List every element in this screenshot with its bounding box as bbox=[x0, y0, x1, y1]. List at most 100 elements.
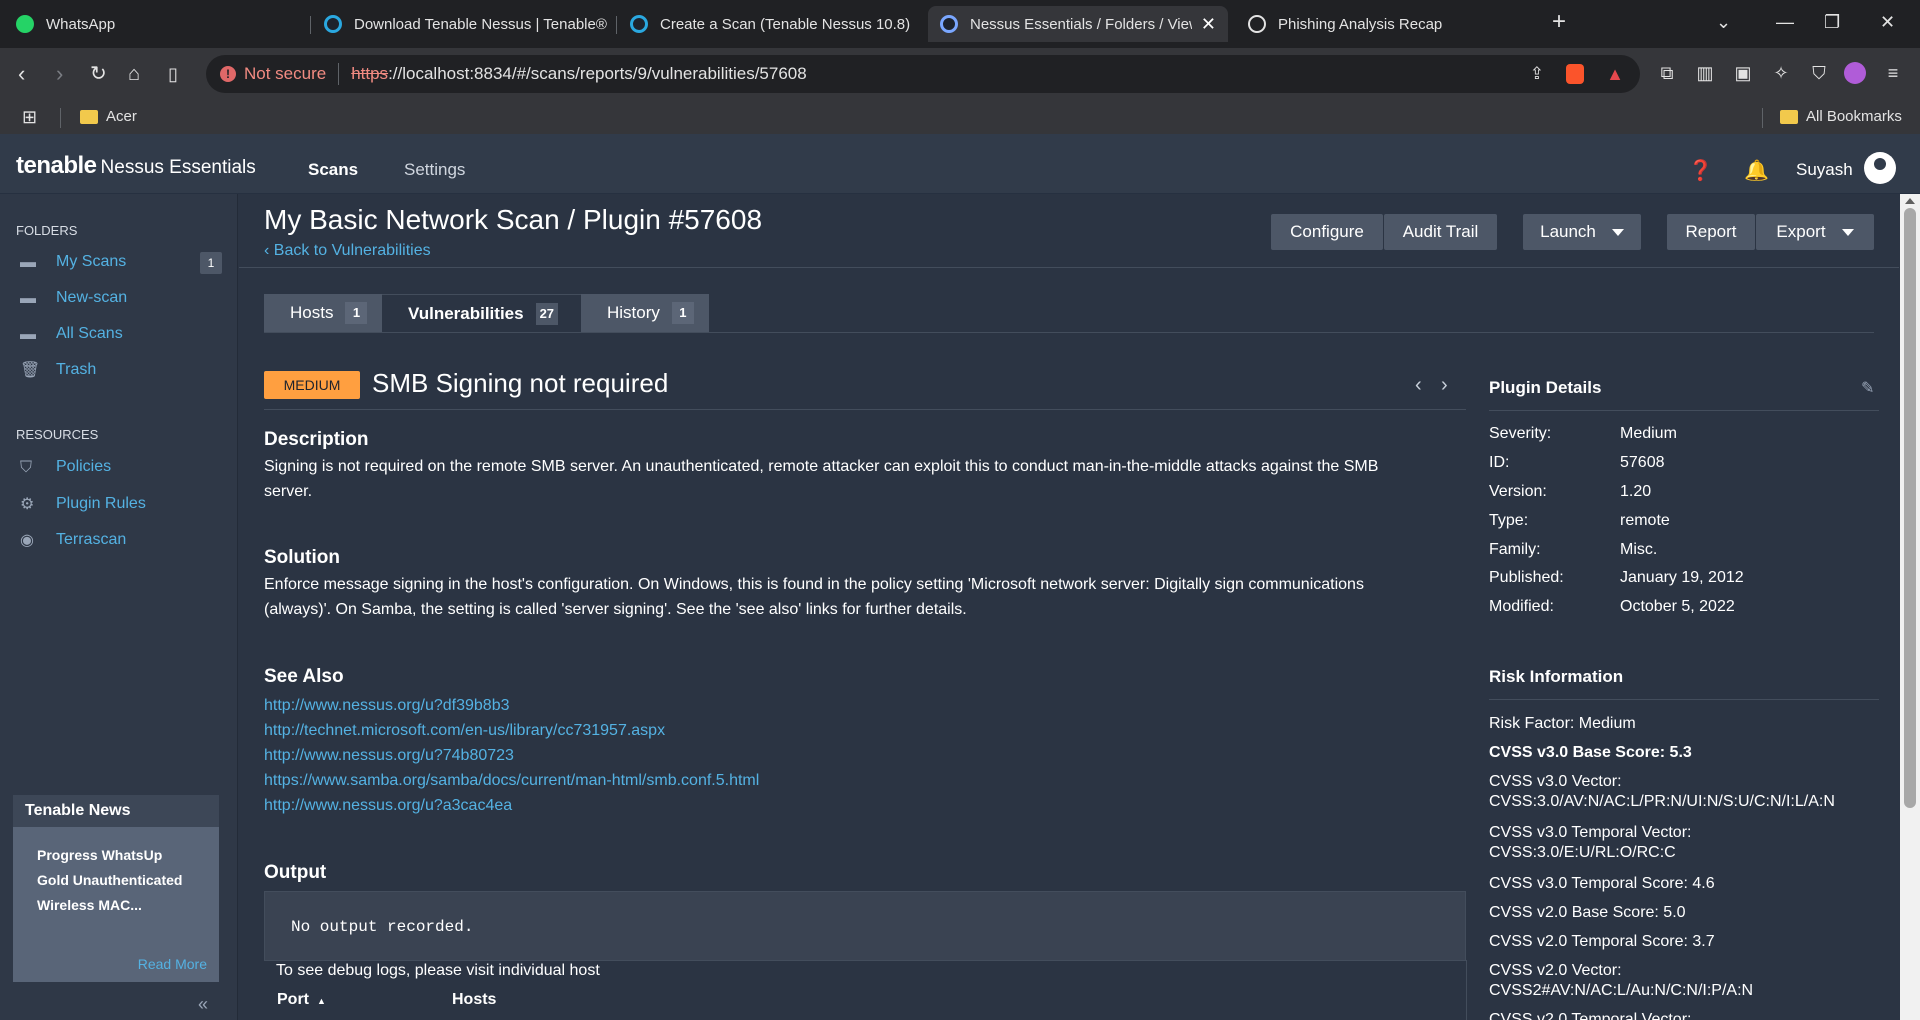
see-also-link[interactable]: https://www.samba.org/samba/docs/current… bbox=[264, 768, 759, 793]
launch-button[interactable]: Launch bbox=[1523, 214, 1641, 250]
output-heading: Output bbox=[264, 862, 327, 883]
leo-ai-icon[interactable]: ✧ bbox=[1770, 62, 1792, 84]
brave-rewards-icon[interactable]: ▲ bbox=[1606, 64, 1624, 85]
see-also-link[interactable]: http://technet.microsoft.com/en-us/libra… bbox=[264, 718, 759, 743]
notifications-bell-icon[interactable]: 🔔 bbox=[1744, 158, 1769, 183]
export-button[interactable]: Export bbox=[1756, 214, 1874, 250]
tab-label: Hosts bbox=[290, 303, 334, 322]
new-tab-icon[interactable]: + bbox=[1552, 8, 1566, 36]
cvss3-base-score: CVSS v3.0 Base Score: 5.3 bbox=[1489, 744, 1692, 761]
next-plugin-icon[interactable]: › bbox=[1441, 374, 1448, 397]
vpn-icon[interactable]: ⛉ bbox=[1808, 62, 1830, 84]
nav-scans[interactable]: Scans bbox=[308, 160, 358, 180]
audit-trail-button[interactable]: Audit Trail bbox=[1384, 214, 1497, 250]
detail-severity: Severity: Medium bbox=[1489, 425, 1677, 443]
news-title: Tenable News bbox=[13, 795, 219, 827]
back-icon[interactable]: ‹ bbox=[18, 62, 25, 86]
home-icon[interactable]: ⌂ bbox=[128, 62, 140, 86]
forward-icon[interactable]: › bbox=[56, 62, 63, 86]
news-headline[interactable]: Progress WhatsUp Gold Unauthenticated Wi… bbox=[13, 827, 219, 934]
wallet-icon[interactable]: ▣ bbox=[1732, 62, 1754, 84]
severity-badge: MEDIUM bbox=[264, 371, 360, 399]
product-name: Nessus Essentials bbox=[100, 157, 256, 178]
tenable-icon bbox=[324, 15, 342, 33]
not-secure-label[interactable]: Not secure bbox=[244, 64, 326, 84]
page-scrollbar[interactable] bbox=[1900, 194, 1920, 1020]
url-scheme: https bbox=[351, 64, 389, 83]
see-also-link[interactable]: http://www.nessus.org/u?a3cac4ea bbox=[264, 793, 759, 818]
reload-icon[interactable]: ↻ bbox=[90, 62, 107, 86]
sidebar-item-trash[interactable]: 🗑 Trash bbox=[20, 361, 96, 379]
scrollbar-thumb[interactable] bbox=[1904, 208, 1916, 808]
restore-icon[interactable]: ❐ bbox=[1824, 12, 1840, 33]
detail-key: Type: bbox=[1489, 512, 1529, 529]
tab-history[interactable]: History 1 bbox=[581, 294, 709, 332]
folder-icon bbox=[1780, 110, 1798, 125]
dropdown-caret-icon bbox=[1841, 228, 1854, 236]
sidebar-item-all-scans[interactable]: ▬ All Scans bbox=[20, 325, 123, 343]
browser-tab-nessus-essentials[interactable]: Nessus Essentials / Folders / View ✕ bbox=[928, 6, 1228, 42]
bookmark-folder-acer[interactable]: Acer bbox=[80, 108, 137, 125]
port-column-header[interactable]: Port ▲ bbox=[277, 991, 326, 1009]
profile-icon[interactable] bbox=[1844, 62, 1866, 84]
bookmark-icon[interactable]: ▯ bbox=[168, 62, 178, 86]
sidebar-item-plugin-rules[interactable]: ⚙ Plugin Rules bbox=[20, 495, 146, 513]
solution-heading: Solution bbox=[264, 547, 340, 568]
tab-hosts[interactable]: Hosts 1 bbox=[264, 294, 382, 332]
detail-value: 57608 bbox=[1620, 454, 1665, 471]
menu-icon[interactable]: ≡ bbox=[1882, 62, 1904, 84]
report-button[interactable]: Report bbox=[1667, 214, 1755, 250]
tenable-logo[interactable]: tenable Nessus Essentials bbox=[16, 152, 256, 180]
sidebar-icon[interactable]: ▥ bbox=[1694, 62, 1716, 84]
sidebar-item-new-scan[interactable]: ▬ New-scan bbox=[20, 289, 127, 307]
tab-search-icon[interactable]: ⌄ bbox=[1716, 12, 1731, 33]
see-also-link[interactable]: http://www.nessus.org/u?74b80723 bbox=[264, 743, 759, 768]
browser-toolbar: ‹ › ↻ ⌂ ▯ ! Not secure https ://localhos… bbox=[0, 48, 1920, 102]
all-bookmarks[interactable]: All Bookmarks bbox=[1780, 108, 1902, 125]
apps-grid-icon[interactable]: ⊞ bbox=[22, 107, 37, 128]
tab-vulnerabilities[interactable]: Vulnerabilities 27 bbox=[382, 294, 581, 332]
previous-plugin-icon[interactable]: ‹ bbox=[1415, 374, 1422, 397]
user-avatar[interactable] bbox=[1864, 152, 1896, 184]
collapse-sidebar-icon[interactable]: « bbox=[198, 994, 208, 1015]
debug-logs-note: To see debug logs, please visit individu… bbox=[276, 962, 600, 979]
brave-shields-icon[interactable] bbox=[1566, 64, 1584, 84]
nav-settings[interactable]: Settings bbox=[404, 160, 465, 180]
user-name[interactable]: Suyash bbox=[1796, 160, 1853, 180]
browser-tab-download-nessus[interactable]: Download Tenable Nessus | Tenable® bbox=[312, 6, 612, 42]
edit-pencil-icon[interactable]: ✎ bbox=[1861, 378, 1874, 398]
detail-type: Type: remote bbox=[1489, 512, 1670, 530]
close-window-icon[interactable]: ✕ bbox=[1880, 12, 1895, 33]
see-also-link[interactable]: http://www.nessus.org/u?df39b8b3 bbox=[264, 693, 759, 718]
scroll-up-icon[interactable] bbox=[1905, 198, 1915, 204]
configure-button[interactable]: Configure bbox=[1271, 214, 1383, 250]
browser-tab-phishing[interactable]: Phishing Analysis Recap bbox=[1236, 6, 1536, 42]
sidebar: FOLDERS ▬ My Scans 1 ▬ New-scan ▬ All Sc… bbox=[0, 194, 238, 1020]
close-tab-icon[interactable]: ✕ bbox=[1201, 14, 1216, 35]
openai-icon bbox=[1248, 15, 1266, 33]
sidebar-item-my-scans[interactable]: ▬ My Scans bbox=[20, 253, 126, 271]
back-to-vulnerabilities-link[interactable]: ‹ Back to Vulnerabilities bbox=[264, 242, 431, 260]
read-more-link[interactable]: Read More bbox=[138, 956, 207, 972]
plugin-rules-icon: ⚙ bbox=[20, 495, 35, 513]
logo-text: tenable bbox=[16, 152, 97, 179]
help-icon[interactable]: ❓ bbox=[1688, 158, 1713, 183]
sidebar-item-policies[interactable]: ⛉ Policies bbox=[20, 458, 111, 476]
sort-ascending-icon: ▲ bbox=[317, 996, 326, 1006]
browser-tab-whatsapp[interactable]: WhatsApp bbox=[4, 6, 304, 42]
description-text: Signing is not required on the remote SM… bbox=[264, 458, 1379, 500]
browser-tab-bar: WhatsApp Download Tenable Nessus | Tenab… bbox=[0, 0, 1920, 48]
share-icon[interactable]: ⇪ bbox=[1530, 64, 1544, 84]
sidebar-item-terrascan[interactable]: ◉ Terrascan bbox=[20, 531, 126, 549]
detail-value: Misc. bbox=[1620, 541, 1658, 558]
hosts-column-header[interactable]: Hosts bbox=[452, 991, 496, 1009]
cvss3-temporal-score: CVSS v3.0 Temporal Score: 4.6 bbox=[1489, 875, 1715, 892]
risk-factor: Risk Factor: Medium bbox=[1489, 715, 1636, 732]
address-bar[interactable]: ! Not secure https ://localhost:8834/#/s… bbox=[206, 55, 1640, 93]
browser-tab-create-scan[interactable]: Create a Scan (Tenable Nessus 10.8) bbox=[618, 6, 918, 42]
detail-value: 1.20 bbox=[1620, 483, 1652, 500]
sidebar-item-label: My Scans bbox=[56, 253, 127, 270]
extensions-icon[interactable]: ⧉ bbox=[1656, 62, 1678, 84]
minimize-icon[interactable]: — bbox=[1776, 12, 1794, 33]
detail-id: ID: 57608 bbox=[1489, 454, 1665, 472]
